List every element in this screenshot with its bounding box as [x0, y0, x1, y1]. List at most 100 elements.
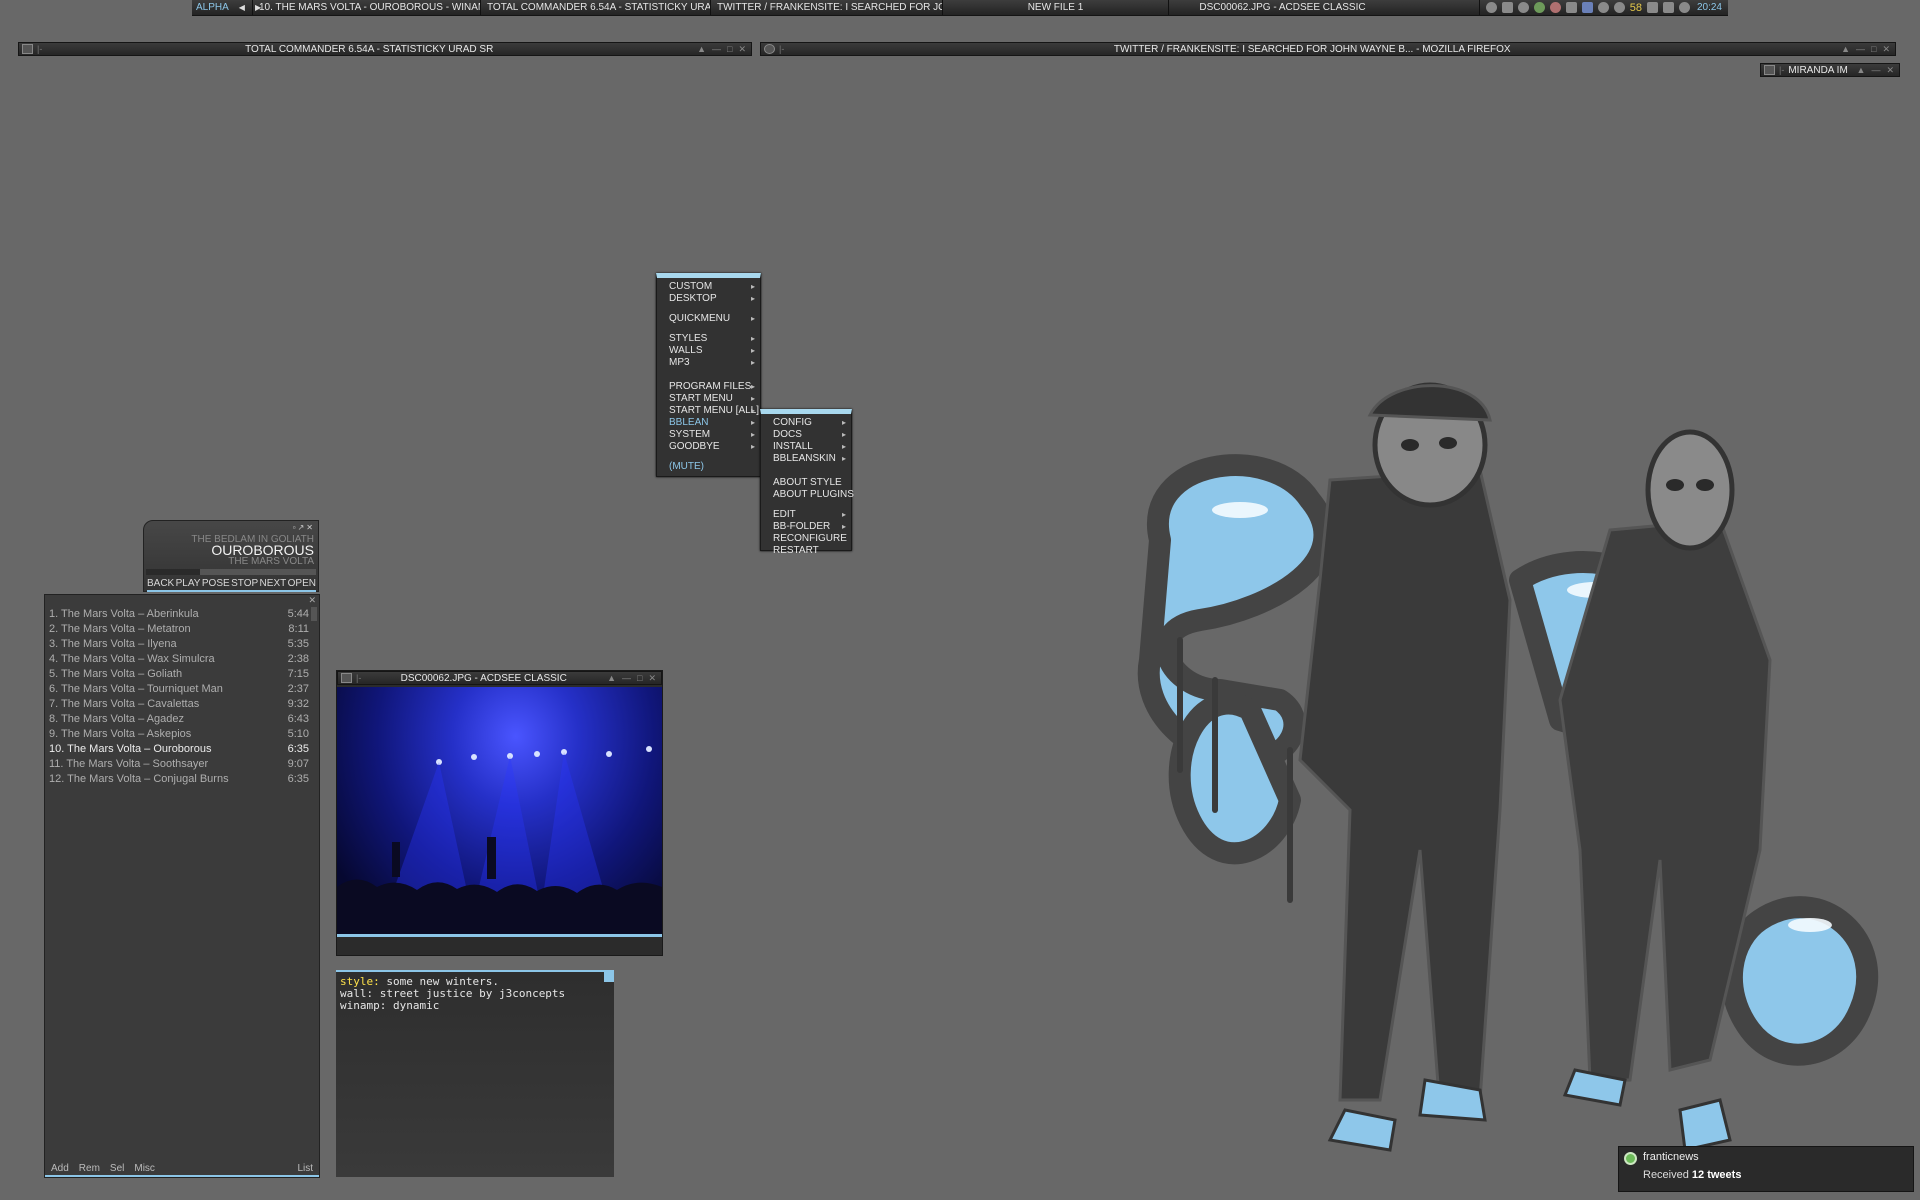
playlist-row[interactable]: 11. The Mars Volta – Soothsayer 9:07: [49, 757, 309, 772]
playlist-row[interactable]: 3. The Mars Volta – Ilyena 5:35: [49, 637, 309, 652]
menu-item-about-style[interactable]: ABOUT STYLE: [761, 477, 851, 489]
winamp-player: ▫↗✕ THE BEDLAM IN GOLIATH OUROBOROUS THE…: [143, 520, 319, 592]
menu-item-edit[interactable]: EDIT: [761, 509, 851, 521]
menu-item-start-menu-all[interactable]: START MENU [ALL]: [657, 405, 760, 417]
playlist-scrollbar[interactable]: [311, 607, 317, 621]
playlist-row[interactable]: 1. The Mars Volta – Aberinkula 5:44: [49, 607, 309, 622]
tray-app-icon[interactable]: [1565, 2, 1577, 13]
shade-icon[interactable]: ▲: [1841, 44, 1850, 55]
close-icon[interactable]: ✕: [1882, 44, 1890, 55]
tray-app-icon[interactable]: [1549, 2, 1561, 13]
miranda-titlebar[interactable]: |- MIRANDA IM ▲ — ✕: [1760, 63, 1900, 77]
tray-app-icon[interactable]: [1533, 2, 1545, 13]
menu-item-start-menu[interactable]: START MENU: [657, 393, 760, 405]
playlist-row[interactable]: 8. The Mars Volta – Agadez 6:43: [49, 712, 309, 727]
tweet-notification[interactable]: franticnews Received 12 tweets: [1618, 1146, 1914, 1192]
tray-app-icon[interactable]: [1581, 2, 1593, 13]
prev-workspace-icon[interactable]: ◀: [239, 0, 245, 15]
playlist-row[interactable]: 2. The Mars Volta – Metatron 8:11: [49, 622, 309, 637]
menu-item-system[interactable]: SYSTEM: [657, 429, 760, 441]
track-name: 3. The Mars Volta – Ilyena: [49, 638, 177, 650]
task-winamp[interactable]: 10. THE MARS VOLTA - OUROBOROUS - WINAMP: [252, 0, 480, 15]
tray-app-icon[interactable]: [1501, 2, 1513, 13]
open-button[interactable]: OPEN: [288, 578, 316, 590]
playlist-row[interactable]: 4. The Mars Volta – Wax Simulcra 2:38: [49, 652, 309, 667]
menu-item-mp3[interactable]: MP3: [657, 357, 760, 369]
winamp-window-icons[interactable]: ▫↗✕: [293, 523, 315, 532]
menu-item-custom[interactable]: CUSTOM: [657, 281, 760, 293]
minimize-icon[interactable]: —: [712, 44, 721, 55]
add-button[interactable]: Add: [51, 1163, 69, 1175]
task-acdsee[interactable]: DSC00062.JPG - ACDSEE CLASSIC: [1168, 0, 1396, 15]
menu-item-program-files[interactable]: PROGRAM FILES: [657, 381, 760, 393]
select-button[interactable]: Sel: [110, 1163, 124, 1175]
close-icon[interactable]: ✕: [308, 595, 316, 606]
next-button[interactable]: NEXT: [260, 578, 287, 590]
notification-title: franticnews: [1643, 1151, 1699, 1163]
playlist-row[interactable]: 12. The Mars Volta – Conjugal Burns 6:35: [49, 772, 309, 787]
shade-icon[interactable]: ▲: [607, 673, 616, 684]
minimize-icon[interactable]: —: [622, 673, 631, 684]
tray-app-icon[interactable]: [1485, 2, 1497, 13]
remove-button[interactable]: Rem: [79, 1163, 100, 1175]
workspace-switcher[interactable]: ALPHA ◀ ▶: [192, 0, 261, 15]
maximize-icon[interactable]: □: [1871, 44, 1876, 55]
playlist-row[interactable]: 7. The Mars Volta – Cavalettas 9:32: [49, 697, 309, 712]
total-commander-icon: [22, 44, 33, 54]
menu-item-goodbye[interactable]: GOODBYE: [657, 441, 760, 453]
window-title: DSC00062.JPG - ACDSEE CLASSIC: [400, 672, 567, 684]
menu-item-bb-folder[interactable]: BB-FOLDER: [761, 521, 851, 533]
pause-button[interactable]: POSE: [202, 578, 230, 590]
play-button[interactable]: PLAY: [176, 578, 201, 590]
menu-item-bblean[interactable]: BBLEAN: [657, 417, 760, 429]
menu-item-mute[interactable]: (MUTE): [657, 461, 760, 473]
track-duration: 9:07: [287, 758, 309, 770]
menu-item-desktop[interactable]: DESKTOP: [657, 293, 760, 305]
seek-bar[interactable]: [146, 569, 316, 575]
close-icon[interactable]: ✕: [648, 673, 656, 684]
menu-item-docs[interactable]: DOCS: [761, 429, 851, 441]
playlist-row[interactable]: 5. The Mars Volta – Goliath 7:15: [49, 667, 309, 682]
menu-item-restart[interactable]: RESTART: [761, 545, 851, 557]
shade-icon[interactable]: ▲: [697, 44, 706, 55]
total-commander-titlebar[interactable]: |- TOTAL COMMANDER 6.54A - STATISTICKY U…: [18, 42, 752, 56]
misc-button[interactable]: Misc: [134, 1163, 155, 1175]
close-icon[interactable]: ✕: [738, 44, 746, 55]
task-total-commander[interactable]: TOTAL COMMANDER 6.54A - STATISTICKY URAD…: [480, 0, 710, 15]
track-duration: 5:35: [287, 638, 309, 650]
playlist-toolbar: Add Rem Sel Misc List: [45, 1163, 319, 1177]
list-button[interactable]: List: [297, 1163, 313, 1175]
playlist-row[interactable]: 6. The Mars Volta – Tourniquet Man 2:37: [49, 682, 309, 697]
system-tray: 58 20:24: [1478, 0, 1728, 15]
tray-app-icon[interactable]: [1662, 2, 1674, 13]
task-new-file[interactable]: NEW FILE 1: [942, 0, 1168, 15]
acdsee-titlebar[interactable]: |- DSC00062.JPG - ACDSEE CLASSIC ▲ — □ ✕: [337, 671, 662, 685]
track-name: 5. The Mars Volta – Goliath: [49, 668, 183, 680]
maximize-icon[interactable]: □: [727, 44, 732, 55]
maximize-icon[interactable]: □: [637, 673, 642, 684]
network-icon[interactable]: [1678, 2, 1690, 13]
menu-item-walls[interactable]: WALLS: [657, 345, 760, 357]
shade-icon[interactable]: ▲: [1857, 65, 1866, 76]
playlist-row[interactable]: 9. The Mars Volta – Askepios 5:10: [49, 727, 309, 742]
task-firefox[interactable]: TWITTER / FRANKENSITE: I SEARCHED FOR JO…: [710, 0, 942, 15]
volume-icon[interactable]: [1646, 2, 1658, 13]
menu-item-config[interactable]: CONFIG: [761, 417, 851, 429]
menu-item-reconfigure[interactable]: RECONFIGURE: [761, 533, 851, 545]
menu-item-styles[interactable]: STYLES: [657, 333, 760, 345]
minimize-icon[interactable]: —: [1871, 65, 1880, 76]
menu-item-quickmenu[interactable]: QUICKMENU: [657, 313, 760, 325]
stop-button[interactable]: STOP: [231, 578, 258, 590]
menu-item-install[interactable]: INSTALL: [761, 441, 851, 453]
menu-item-about-plugins[interactable]: ABOUT PLUGINS: [761, 489, 854, 501]
playlist-row[interactable]: 10. The Mars Volta – Ouroborous 6:35: [49, 742, 309, 757]
back-button[interactable]: BACK: [147, 578, 174, 590]
menu-item-bbleanskin[interactable]: BBLEANSKIN: [761, 453, 851, 465]
close-icon[interactable]: ✕: [1886, 65, 1894, 76]
tray-app-icon[interactable]: [1517, 2, 1529, 13]
tray-app-icon[interactable]: [1613, 2, 1625, 13]
tray-app-icon[interactable]: [1597, 2, 1609, 13]
minimize-icon[interactable]: —: [1856, 44, 1865, 55]
track-duration: 6:35: [287, 743, 309, 755]
firefox-titlebar[interactable]: |- TWITTER / FRANKENSITE: I SEARCHED FOR…: [760, 42, 1896, 56]
